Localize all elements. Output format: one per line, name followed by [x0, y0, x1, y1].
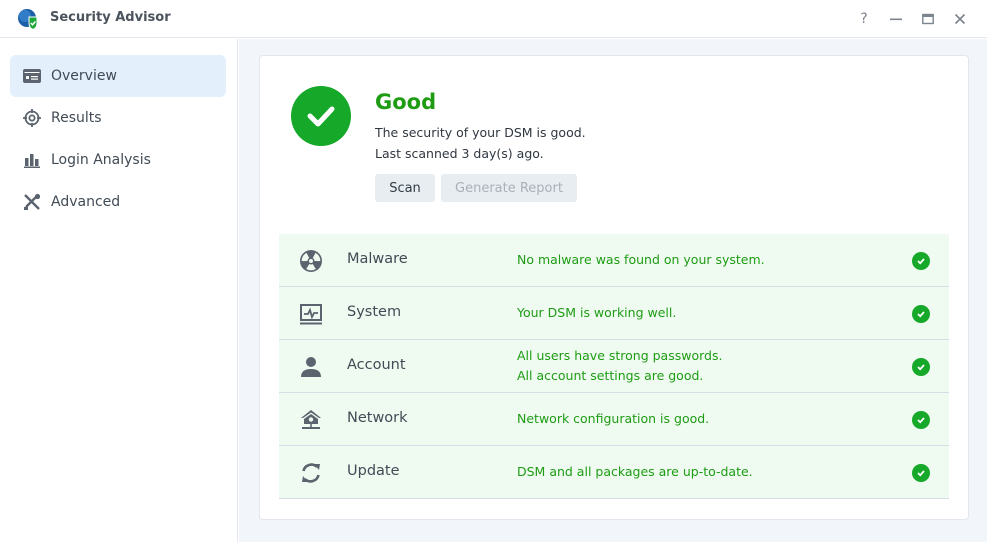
check-name: Update [347, 463, 400, 479]
check-row-update: Update DSM and all packages are up-to-da… [279, 446, 949, 499]
check-message: Your DSM is working well. [517, 305, 677, 320]
generate-report-button[interactable]: Generate Report [441, 174, 577, 202]
radiation-icon [299, 249, 323, 273]
overview-card-icon [22, 66, 42, 86]
main-content: Good The security of your DSM is good. L… [239, 39, 987, 542]
check-name: System [347, 304, 402, 320]
sidebar-item-overview[interactable]: Overview [10, 55, 226, 97]
check-row-system: System Your DSM is working well. [279, 287, 949, 340]
sidebar-item-advanced[interactable]: Advanced [10, 181, 226, 223]
bar-chart-icon [22, 150, 42, 170]
check-ok-icon [912, 411, 930, 429]
check-ok-icon [912, 464, 930, 482]
check-message: No malware was found on your system. [517, 252, 765, 267]
check-ok-icon [912, 358, 930, 376]
system-monitor-icon [299, 302, 323, 326]
tools-icon [22, 192, 42, 212]
check-row-account: Account All users have strong passwords.… [279, 340, 949, 393]
status-description: The security of your DSM is good. [375, 125, 586, 140]
security-advisor-window: Security Advisor ? Overview Results Logi… [0, 0, 987, 542]
overview-card: Good The security of your DSM is good. L… [259, 55, 969, 520]
maximize-icon [922, 13, 934, 25]
sidebar-item-login-analysis[interactable]: Login Analysis [10, 139, 226, 181]
check-message: All account settings are good. [517, 368, 704, 383]
check-name: Malware [347, 251, 408, 267]
check-ok-icon [912, 252, 930, 270]
check-message: DSM and all packages are up-to-date. [517, 464, 753, 479]
status-good-icon [291, 86, 351, 146]
sidebar-item-label: Results [51, 110, 102, 126]
maximize-button[interactable] [918, 9, 938, 29]
refresh-icon [299, 461, 323, 485]
crosshair-icon [22, 108, 42, 128]
sidebar-item-label: Advanced [51, 194, 121, 210]
check-ok-icon [912, 305, 930, 323]
check-list: Malware No malware was found on your sys… [279, 234, 949, 499]
minimize-icon [890, 18, 902, 21]
sidebar-item-results[interactable]: Results [10, 97, 226, 139]
window-title: Security Advisor [50, 10, 171, 25]
minimize-button[interactable] [886, 9, 906, 29]
title-bar: Security Advisor ? [0, 0, 987, 38]
check-name: Account [347, 357, 406, 373]
sidebar: Overview Results Login Analysis Advanced [0, 39, 238, 542]
sidebar-item-label: Login Analysis [51, 152, 151, 168]
last-scanned-text: Last scanned 3 day(s) ago. [375, 146, 544, 161]
close-button[interactable] [950, 9, 970, 29]
sidebar-item-label: Overview [51, 68, 117, 84]
close-icon [954, 13, 966, 25]
help-button[interactable]: ? [854, 9, 874, 29]
check-row-network: Network Network configuration is good. [279, 393, 949, 446]
status-title: Good [375, 90, 437, 114]
network-home-icon [299, 408, 323, 432]
user-icon [299, 355, 323, 379]
check-name: Network [347, 410, 408, 426]
check-row-malware: Malware No malware was found on your sys… [279, 234, 949, 287]
check-message: All users have strong passwords. [517, 348, 723, 363]
check-message: Network configuration is good. [517, 411, 710, 426]
scan-button[interactable]: Scan [375, 174, 435, 202]
security-advisor-logo-icon [17, 8, 39, 31]
